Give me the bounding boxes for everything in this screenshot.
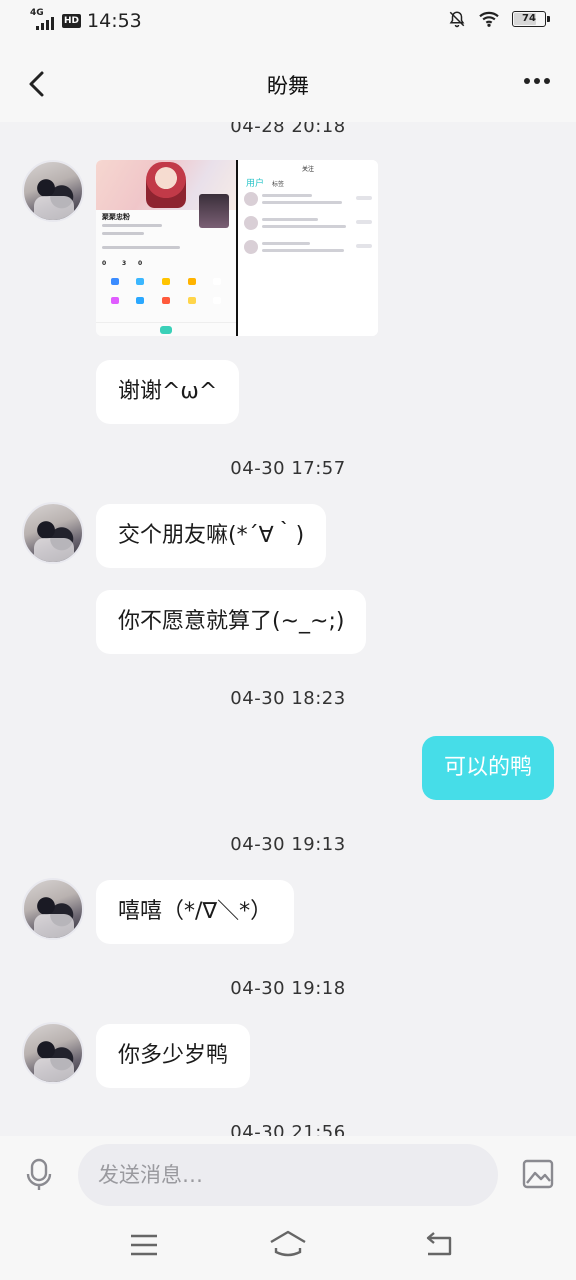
signal-icon: 4G [30,8,56,32]
status-bar: 4G HD 14:53 74 [0,0,576,44]
screenshot-following: 关注 用户 标签 [238,160,378,336]
bell-muted-icon [449,11,465,28]
menu-icon[interactable] [128,1232,160,1258]
message-bubble[interactable]: 你多少岁鸭 [96,1024,251,1088]
message-bubble[interactable]: 谢谢^ω^ [96,360,240,424]
timestamp: 04-30 19:13 [230,834,346,855]
screenshot-profile: 聚聚忠粉 0 3 0 [96,160,236,336]
message-input[interactable] [78,1144,498,1206]
thumb-tab: 标签 [272,181,285,188]
more-dots-icon[interactable] [524,78,550,84]
avatar[interactable] [22,1022,84,1084]
avatar[interactable] [22,160,84,222]
microphone-icon[interactable] [24,1158,54,1192]
back-icon[interactable] [422,1230,456,1260]
timestamp: 04-30 17:57 [230,458,346,479]
chat-title: 盼舞 [267,74,309,98]
battery-icon: 74 [512,11,550,27]
status-time: 14:53 [87,10,142,32]
message-bubble[interactable]: 你不愿意就算了(~_~;) [96,590,367,654]
system-nav-bar [0,1212,576,1280]
chat-header: 盼舞 [0,44,576,122]
thumb-stat: 0 [138,260,143,267]
message-bubble[interactable]: 嘻嘻（*/∇＼*） [96,880,295,944]
home-icon[interactable] [268,1228,308,1260]
thumb-stat: 3 [122,260,127,267]
thumb-name: 聚聚忠粉 [102,213,130,221]
avatar[interactable] [22,878,84,940]
thumb-title: 关注 [301,166,314,173]
avatar[interactable] [22,502,84,564]
thumb-stat: 0 [102,260,107,267]
input-bar [0,1136,576,1212]
message-list[interactable]: 04-28 20:18 聚聚忠粉 0 3 0 关注 用户 标签 谢谢^ω^ 04… [0,122,576,1136]
timestamp: 04-30 18:23 [230,688,346,709]
timestamp: 04-28 20:18 [230,122,346,137]
hd-icon: HD [62,14,82,28]
thumb-tab: 用户 [246,179,265,189]
image-icon[interactable] [522,1158,554,1190]
message-bubble-mine[interactable]: 可以的鸭 [421,736,554,800]
message-bubble[interactable]: 交个朋友嘛(*´∀｀) [96,504,327,568]
timestamp: 04-30 19:18 [230,978,346,999]
wifi-icon [479,11,499,27]
timestamp: 04-30 21:56 [230,1122,346,1136]
image-message[interactable]: 聚聚忠粉 0 3 0 关注 用户 标签 [96,160,378,336]
